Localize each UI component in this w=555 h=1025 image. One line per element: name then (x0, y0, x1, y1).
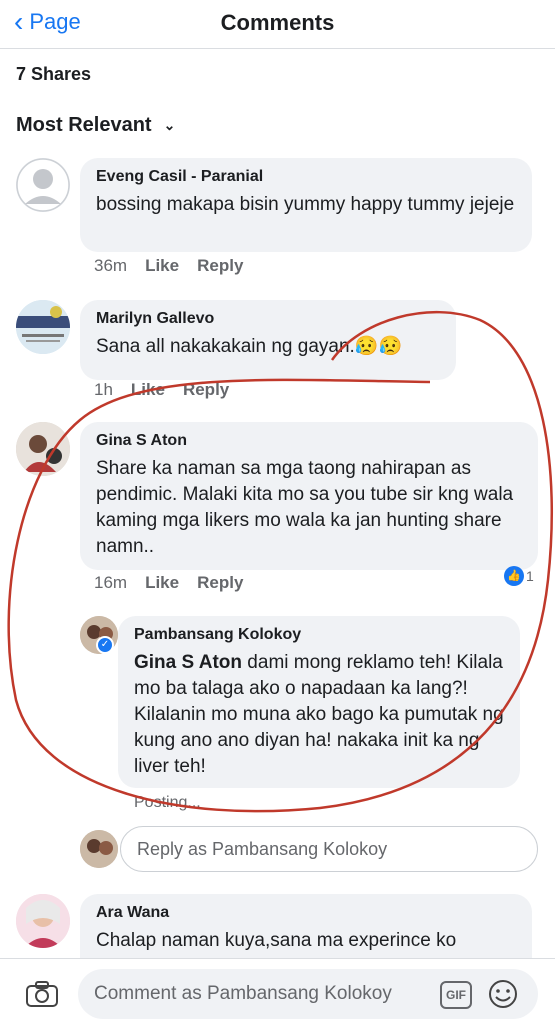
red-annotation-circle (7, 310, 553, 813)
comment-composer-bar: Comment as Pambansang Kolokoy GIF (0, 958, 555, 1025)
gif-icon[interactable]: GIF (440, 981, 472, 1009)
smiley-icon[interactable] (488, 979, 518, 1009)
camera-icon[interactable] (26, 981, 58, 1007)
